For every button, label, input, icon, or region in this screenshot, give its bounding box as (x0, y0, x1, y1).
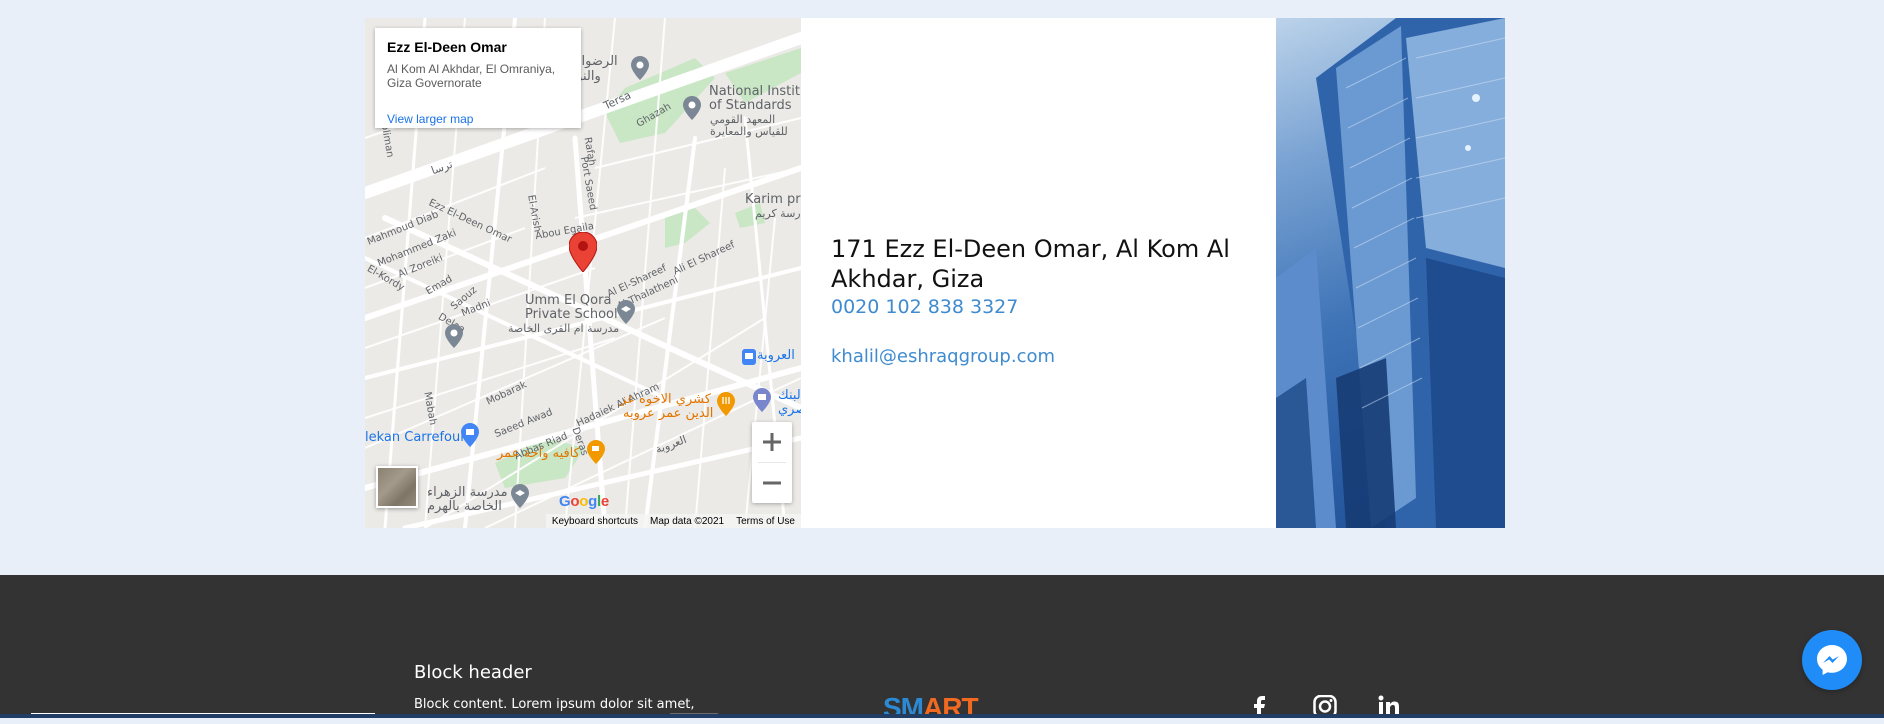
bank-pin-icon[interactable] (753, 388, 771, 412)
poi-label: الخاصة بالهرم (427, 499, 502, 514)
block-header: Block header (414, 662, 532, 683)
building-photo (1276, 18, 1505, 528)
messenger-icon (1817, 645, 1847, 675)
contact-section: Tersa ترسا Ghazah Rafah Port Saeed El-Ar… (365, 18, 1505, 528)
poi-label: National Institu (709, 84, 801, 99)
phone-link[interactable]: 0020 102 838 3327 (831, 296, 1018, 318)
brand-logo[interactable]: SMART (883, 692, 979, 724)
map-data-text: Map data ©2021 (650, 515, 725, 527)
shopping-pin-icon[interactable] (461, 423, 479, 447)
zoom-out-button[interactable] (752, 463, 792, 503)
poi-label: مصري (778, 402, 801, 417)
school-pin-icon[interactable] (617, 300, 635, 324)
satellite-toggle[interactable] (376, 466, 418, 508)
poi-label: مدرسة الزهراء (427, 485, 508, 500)
place-address: Al Kom Al Akhdar, El Omraniya, Giza Gove… (387, 62, 556, 90)
restaurant-pin-icon[interactable] (717, 392, 735, 416)
poi-label: للقياس والمعايرة (710, 125, 788, 138)
poi-label: مدرسة كريم (755, 207, 801, 220)
poi-label: of Standards (709, 98, 792, 113)
poi-label: كشري الاخوه عز (620, 392, 711, 407)
bus-stop-icon[interactable] (741, 348, 757, 366)
map-attribution: Keyboard shortcuts Map data ©2021 Terms … (545, 514, 801, 528)
poi-label: البنك (778, 388, 801, 403)
school-pin-icon[interactable] (511, 484, 529, 508)
poi-label: كافيه واحة عمر (497, 446, 580, 461)
map-pin-icon[interactable] (569, 232, 597, 272)
skyscraper-illustration (1276, 18, 1505, 528)
map-pin-icon[interactable] (683, 96, 701, 120)
address-heading: 171 Ezz El-Deen Omar, Al Kom Al Akhdar, … (831, 234, 1230, 293)
minus-icon (763, 481, 781, 485)
poi-label: lekan Carrefour (365, 430, 466, 445)
site-footer: Block header Block content. Lorem ipsum … (0, 575, 1884, 723)
footer-strip (0, 714, 1884, 718)
keyboard-shortcuts-link[interactable]: Keyboard shortcuts (552, 516, 638, 527)
google-logo: Google (559, 493, 609, 510)
map-pin-icon[interactable] (445, 324, 463, 348)
poi-label: الدين عمر عروبه (623, 406, 714, 421)
poi-label: مدرسة ام القرى الخاصة (508, 322, 620, 335)
block-content: Block content. Lorem ipsum dolor sit ame… (414, 697, 695, 712)
poi-label: Umm El Qora (525, 293, 612, 308)
brand-part1: SM (883, 692, 924, 723)
place-title: Ezz El-Deen Omar (387, 39, 507, 55)
messenger-chat-button[interactable] (1802, 630, 1862, 690)
poi-label: Karim pri (745, 192, 801, 207)
email-link[interactable]: khalil@eshraqgroup.com (831, 346, 1055, 367)
zoom-controls (752, 422, 792, 503)
plus-icon (763, 433, 781, 451)
zoom-in-button[interactable] (752, 422, 792, 462)
cafe-pin-icon[interactable] (587, 440, 605, 464)
poi-label: العروبة (757, 348, 795, 363)
map-pin-icon[interactable] (631, 56, 649, 80)
terms-of-use-link[interactable]: Terms of Use (736, 516, 795, 527)
brand-part2: ART (923, 692, 979, 723)
view-larger-map-link[interactable]: View larger map (387, 112, 473, 126)
contact-details: 171 Ezz El-Deen Omar, Al Kom Al Akhdar, … (801, 18, 1276, 528)
google-map[interactable]: Tersa ترسا Ghazah Rafah Port Saeed El-Ar… (365, 18, 801, 528)
place-info-card: Ezz El-Deen Omar Al Kom Al Akhdar, El Om… (375, 28, 581, 128)
poi-label: Private School (525, 307, 618, 322)
